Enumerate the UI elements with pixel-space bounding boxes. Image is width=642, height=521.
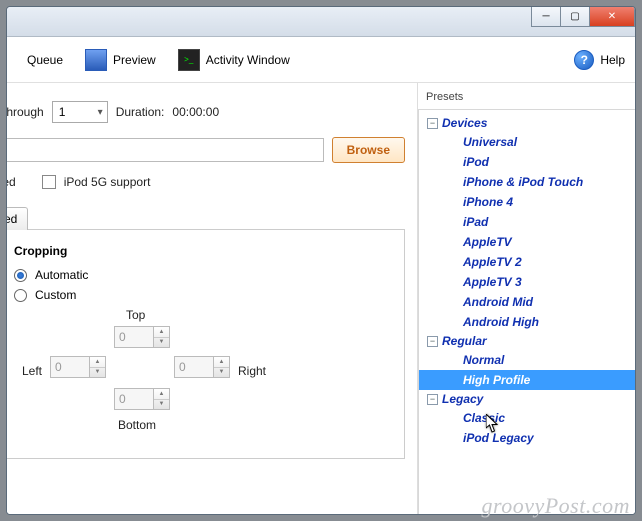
- ipod5g-checkbox[interactable]: [42, 175, 56, 189]
- radio-icon: [14, 269, 27, 282]
- preset-item[interactable]: Normal: [419, 350, 635, 370]
- options-row: nized iPod 5G support: [7, 175, 417, 189]
- crop-right-label: Right: [238, 364, 266, 378]
- crop-bottom-spinner[interactable]: ▲▼: [114, 388, 170, 410]
- crop-top-label: Top: [126, 308, 145, 322]
- window-frame: ─ ▢ ✕ Queue Preview >_ Activity Window ?…: [6, 6, 636, 515]
- titlebar[interactable]: ─ ▢ ✕: [7, 7, 635, 37]
- preset-group-label: Regular: [442, 334, 487, 348]
- maximize-button[interactable]: ▢: [560, 7, 590, 27]
- help-icon: ?: [574, 50, 594, 70]
- cropping-heading: Cropping: [14, 244, 384, 258]
- preset-item[interactable]: Android Mid: [419, 292, 635, 312]
- help-label: Help: [600, 53, 625, 67]
- minimize-button[interactable]: ─: [531, 7, 561, 27]
- help-button[interactable]: ? Help: [574, 50, 625, 70]
- left-panel: through 1 Duration: 00:00:00 Browse nize…: [7, 83, 417, 514]
- optimized-partial-label: nized: [7, 175, 16, 189]
- presets-panel: Presets −DevicesUniversaliPodiPhone & iP…: [417, 83, 635, 514]
- preset-group-label: Devices: [442, 116, 487, 130]
- cropping-panel: Cropping Automatic Custom Top ▲▼ Left ▲▼: [7, 229, 405, 459]
- queue-label: Queue: [27, 53, 63, 67]
- preset-group[interactable]: −Regular: [419, 332, 635, 350]
- preset-item[interactable]: iPhone & iPod Touch: [419, 172, 635, 192]
- preset-group[interactable]: −Legacy: [419, 390, 635, 408]
- preset-item[interactable]: Classic: [419, 408, 635, 428]
- window-content: Queue Preview >_ Activity Window ? Help …: [7, 37, 635, 514]
- collapse-icon[interactable]: −: [427, 118, 438, 129]
- crop-right-spinner[interactable]: ▲▼: [174, 356, 230, 378]
- crop-left-spinner[interactable]: ▲▼: [50, 356, 106, 378]
- file-row: Browse: [7, 137, 417, 163]
- crop-bottom-label: Bottom: [118, 418, 156, 432]
- queue-button[interactable]: Queue: [17, 49, 73, 71]
- duration-value: 00:00:00: [172, 105, 219, 119]
- collapse-icon[interactable]: −: [427, 394, 438, 405]
- crop-grid: Top ▲▼ Left ▲▼ ▲▼ Right ▲▼ Bottom: [14, 308, 274, 448]
- close-button[interactable]: ✕: [589, 7, 635, 27]
- watermark: groovyPost.com: [481, 493, 630, 519]
- radio-automatic[interactable]: Automatic: [14, 268, 384, 282]
- crop-top-spinner[interactable]: ▲▼: [114, 326, 170, 348]
- range-row: through 1 Duration: 00:00:00: [7, 101, 417, 123]
- duration-label: Duration:: [116, 105, 165, 119]
- activity-window-button[interactable]: >_ Activity Window: [168, 45, 300, 75]
- through-label: through: [7, 105, 44, 119]
- preset-item[interactable]: High Profile: [419, 370, 635, 390]
- preset-group-label: Legacy: [442, 392, 483, 406]
- range-end-select[interactable]: 1: [52, 101, 108, 123]
- preset-item[interactable]: Android High: [419, 312, 635, 332]
- tab-partial[interactable]: ed: [7, 207, 28, 230]
- radio-icon: [14, 289, 27, 302]
- ipod5g-label: iPod 5G support: [64, 175, 151, 189]
- preset-item[interactable]: Universal: [419, 132, 635, 152]
- destination-field[interactable]: [7, 138, 324, 162]
- preview-button[interactable]: Preview: [75, 45, 166, 75]
- preview-label: Preview: [113, 53, 156, 67]
- crop-left-label: Left: [22, 364, 42, 378]
- preset-item[interactable]: AppleTV 2: [419, 252, 635, 272]
- preset-item[interactable]: iPad: [419, 212, 635, 232]
- preset-item[interactable]: AppleTV: [419, 232, 635, 252]
- preset-item[interactable]: AppleTV 3: [419, 272, 635, 292]
- window-controls: ─ ▢ ✕: [532, 7, 635, 27]
- browse-button[interactable]: Browse: [332, 137, 405, 163]
- preset-item[interactable]: iPod Legacy: [419, 428, 635, 448]
- main-area: through 1 Duration: 00:00:00 Browse nize…: [7, 83, 635, 514]
- preset-item[interactable]: iPod: [419, 152, 635, 172]
- preset-group[interactable]: −Devices: [419, 114, 635, 132]
- preset-item[interactable]: iPhone 4: [419, 192, 635, 212]
- terminal-icon: >_: [178, 49, 200, 71]
- preview-icon: [85, 49, 107, 71]
- presets-tree[interactable]: −DevicesUniversaliPodiPhone & iPod Touch…: [418, 109, 635, 514]
- presets-title: Presets: [418, 91, 635, 109]
- radio-custom[interactable]: Custom: [14, 288, 384, 302]
- activity-label: Activity Window: [206, 53, 290, 67]
- collapse-icon[interactable]: −: [427, 336, 438, 347]
- toolbar: Queue Preview >_ Activity Window ? Help: [7, 37, 635, 83]
